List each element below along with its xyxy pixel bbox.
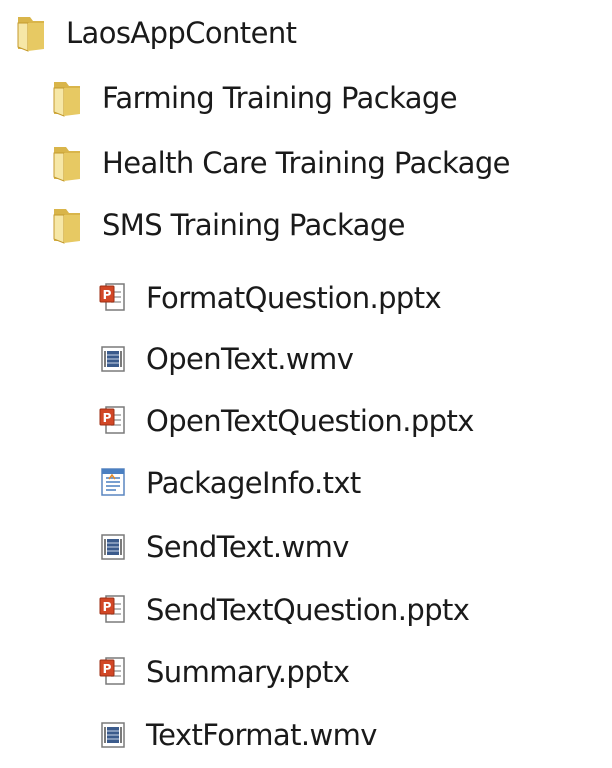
tree-item-sms-training-package[interactable]: SMS Training Package	[50, 200, 406, 250]
tree-item-sendtextquestion-pptx[interactable]: P SendTextQuestion.pptx	[98, 585, 470, 635]
tree-item-label: SMS Training Package	[102, 207, 406, 242]
video-file-icon	[98, 717, 128, 753]
folder-icon	[50, 205, 84, 245]
tree-item-packageinfo-txt[interactable]: PackageInfo.txt	[98, 458, 361, 508]
text-file-icon	[98, 465, 128, 501]
svg-text:P: P	[103, 288, 112, 302]
svg-text:P: P	[103, 662, 112, 676]
powerpoint-file-icon: P	[98, 403, 128, 439]
tree-item-laosappcontent[interactable]: LaosAppContent	[14, 8, 297, 58]
tree-item-label: Farming Training Package	[102, 80, 458, 115]
tree-item-farming-training-package[interactable]: Farming Training Package	[50, 73, 458, 123]
svg-text:P: P	[103, 411, 112, 425]
tree-item-sendtext-wmv[interactable]: SendText.wmv	[98, 522, 349, 572]
svg-text:P: P	[103, 600, 112, 614]
tree-item-label: TextFormat.wmv	[146, 717, 377, 752]
powerpoint-file-icon: P	[98, 654, 128, 690]
tree-item-label: OpenText.wmv	[146, 341, 354, 376]
tree-item-health-care-training-package[interactable]: Health Care Training Package	[50, 138, 510, 188]
tree-item-summary-pptx[interactable]: P Summary.pptx	[98, 647, 350, 697]
powerpoint-file-icon: P	[98, 280, 128, 316]
powerpoint-file-icon: P	[98, 592, 128, 628]
video-file-icon	[98, 341, 128, 377]
file-tree: LaosAppContent Farming Training Package …	[0, 0, 612, 768]
tree-item-label: SendText.wmv	[146, 529, 349, 564]
tree-item-label: FormatQuestion.pptx	[146, 280, 442, 315]
tree-item-label: Health Care Training Package	[102, 145, 510, 180]
video-file-icon	[98, 529, 128, 565]
tree-item-label: SendTextQuestion.pptx	[146, 592, 470, 627]
tree-item-label: Summary.pptx	[146, 654, 350, 689]
folder-icon	[14, 13, 48, 53]
tree-item-label: PackageInfo.txt	[146, 465, 361, 500]
tree-item-opentext-wmv[interactable]: OpenText.wmv	[98, 334, 354, 384]
tree-item-label: OpenTextQuestion.pptx	[146, 403, 474, 438]
tree-item-textformat-wmv[interactable]: TextFormat.wmv	[98, 710, 377, 760]
folder-icon	[50, 143, 84, 183]
tree-item-opentextquestion-pptx[interactable]: P OpenTextQuestion.pptx	[98, 396, 474, 446]
tree-item-formatquestion-pptx[interactable]: P FormatQuestion.pptx	[98, 273, 442, 323]
tree-item-label: LaosAppContent	[66, 15, 297, 50]
folder-icon	[50, 78, 84, 118]
